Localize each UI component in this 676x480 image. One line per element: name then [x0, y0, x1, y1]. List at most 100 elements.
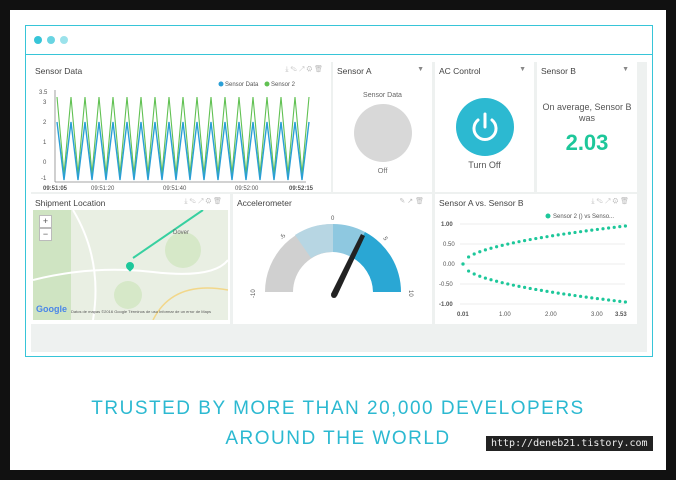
scatter-point	[500, 243, 504, 247]
scatter-point	[517, 284, 521, 288]
y-tick: 3	[43, 100, 47, 106]
map-view[interactable]: + − Dover Google Datos de mapas ©2016 Go…	[33, 210, 228, 320]
card-title: Sensor B	[541, 66, 576, 76]
scatter-point	[489, 246, 493, 250]
gauge-tick: -5	[280, 233, 288, 241]
scatter-point	[523, 238, 527, 243]
legend-label: Sensor 2	[271, 82, 296, 88]
scatter-point	[478, 274, 482, 278]
scatter-card: Sensor A vs. Sensor B ⤓✎↗⚙🗑 Sensor 2 () …	[435, 194, 637, 324]
sensor-a-card: Sensor A ▼ Sensor Data Off	[333, 62, 432, 192]
y-tick: 2	[43, 120, 47, 126]
scatter-point	[483, 248, 487, 252]
legend-dot-icon	[264, 81, 270, 87]
card-title: AC Control	[439, 66, 481, 76]
scatter-point	[534, 236, 538, 241]
scatter-point	[590, 228, 594, 232]
zoom-in-button[interactable]: +	[39, 215, 52, 228]
sensor-data-line	[56, 121, 310, 181]
scatter-point	[472, 252, 476, 256]
y-tick: 3.5	[39, 90, 48, 96]
y-tick: -0.50	[439, 282, 453, 288]
scatter-point	[478, 250, 482, 254]
scatter-point	[556, 291, 560, 295]
scatter-point	[612, 299, 616, 303]
browser-toolbar	[26, 26, 652, 55]
chevron-down-icon[interactable]: ▼	[417, 66, 424, 73]
scatter-point	[539, 288, 543, 293]
x-tick: 09:51:20	[91, 186, 115, 192]
summary-text: On average, Sensor B was	[542, 102, 632, 123]
scatter-point	[607, 298, 611, 302]
scatter-point	[584, 295, 588, 299]
chevron-down-icon[interactable]: ▼	[519, 66, 526, 73]
tagline-line-1: TRUSTED BY MORE THAN 20,000 DEVELOPERS	[91, 398, 585, 419]
scatter-point	[618, 225, 622, 229]
accelerometer-card: Accelerometer ✎↗🗑 -10 -5 0 5 10	[233, 194, 432, 324]
y-tick: 1.00	[441, 222, 453, 228]
card-tools-icon[interactable]: ⤓✎↗⚙🗑	[184, 197, 224, 206]
scatter-point	[467, 255, 471, 259]
scatter-point	[579, 230, 583, 234]
scatter-point	[595, 227, 599, 232]
power-button[interactable]	[456, 98, 514, 156]
scatter-point	[584, 229, 588, 233]
scatter-point	[567, 231, 571, 235]
scatter-point	[495, 245, 499, 249]
x-tick: 09:51:40	[163, 186, 187, 192]
scatter-point	[579, 294, 583, 298]
source-url: http://deneb21.tistory.com	[486, 436, 653, 451]
scatter-point	[573, 293, 577, 298]
window-dot-icon	[34, 36, 42, 44]
sensor-data-card: Sensor Data ⤓✎↗⚙🗑 Sensor Data Sensor 2 3…	[31, 62, 331, 192]
scatter-point	[545, 235, 549, 239]
product-banner: Sensor Data ⤓✎↗⚙🗑 Sensor Data Sensor 2 3…	[10, 10, 666, 470]
zoom-out-button[interactable]: −	[39, 228, 52, 241]
x-tick: 2.00	[545, 312, 557, 318]
y-tick: 0.50	[443, 242, 455, 248]
x-tick: 09:52:15	[289, 186, 314, 192]
scatter-point	[551, 290, 555, 294]
y-tick: 0	[43, 160, 47, 166]
legend-label: Sensor 2 () vs Senso...	[553, 214, 614, 220]
scatter-point	[562, 292, 566, 296]
window-dot-icon	[47, 36, 55, 44]
x-tick: 09:51:05	[43, 186, 68, 192]
x-tick: 3.00	[591, 312, 603, 318]
google-logo: Google	[36, 304, 67, 314]
legend-label: Sensor Data	[225, 82, 259, 88]
scatter-point	[623, 300, 627, 304]
sensor-b-card: Sensor B ▼ On average, Sensor B was 2.03	[537, 62, 637, 192]
scatter-point	[595, 296, 599, 301]
scatter-point	[495, 279, 499, 283]
x-tick: 0.01	[457, 312, 469, 318]
card-title: Sensor A	[337, 66, 372, 76]
window-dot-icon	[60, 36, 68, 44]
chevron-down-icon[interactable]: ▼	[622, 66, 629, 73]
scatter-point	[461, 262, 465, 266]
scatter-point	[562, 232, 566, 236]
gauge-tick: -10	[251, 289, 257, 298]
scatter-point	[601, 227, 605, 231]
indicator-state: Off	[377, 166, 388, 175]
power-state: Turn Off	[468, 160, 501, 170]
scatter-point	[618, 299, 622, 303]
y-tick: -1	[41, 176, 47, 182]
ac-control-card: AC Control ▼ Turn Off	[435, 62, 534, 192]
scatter-point	[534, 287, 538, 292]
gauge: -10 -5 0 5 10	[251, 216, 413, 298]
map-footer: Datos de mapas ©2016 Google Términos de …	[71, 309, 212, 314]
scatter-point	[551, 234, 555, 238]
scatter-point	[500, 281, 504, 285]
scatter-point	[506, 242, 510, 246]
power-icon	[472, 112, 498, 141]
gauge-tick: 10	[407, 290, 413, 297]
scatter-point	[472, 272, 476, 276]
browser-window: Sensor Data ⤓✎↗⚙🗑 Sensor Data Sensor 2 3…	[25, 25, 653, 357]
y-tick: 1	[43, 140, 47, 146]
map-place-label: Dover	[173, 230, 190, 236]
scatter-point	[601, 297, 605, 301]
scatter-point	[506, 282, 510, 286]
scatter-point	[623, 224, 627, 228]
legend-dot-icon	[545, 213, 551, 219]
